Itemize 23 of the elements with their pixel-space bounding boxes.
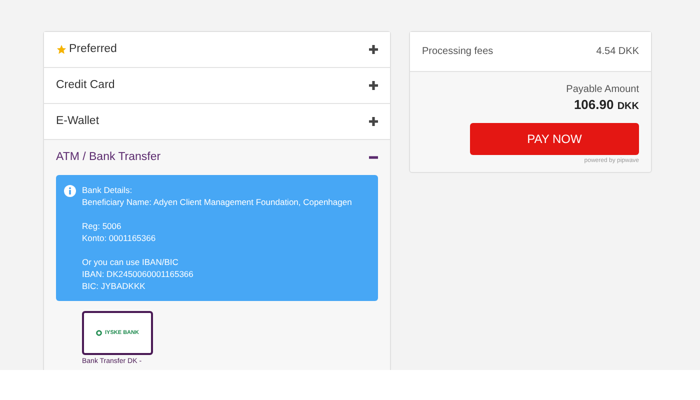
pay-now-button[interactable]: PAY NOW [470, 123, 639, 155]
plus-icon [369, 81, 378, 90]
bank-detail-line: Reg: 5006 [82, 220, 122, 232]
payable-amount: 106.90 DKK [574, 97, 639, 114]
accordion-header[interactable]: ATM / Bank Transfer [44, 140, 390, 175]
bank-detail-line: Konto: 0001165366 [82, 232, 157, 244]
bank-detail-line: IBAN: DK2450060001165366 [82, 268, 194, 280]
star-icon [56, 44, 67, 55]
bank-detail-line: Beneficiary Name: Adyen Client Management Foundation, Copenhagen [82, 196, 352, 208]
plus-icon [369, 117, 378, 126]
ring-icon [96, 330, 102, 336]
plus-icon [369, 45, 378, 54]
bank-detail-line: Bank Details: [82, 184, 134, 196]
accordion-header[interactable]: Preferred [44, 32, 390, 67]
fees-label: Processing fees [422, 45, 494, 59]
accordion-header[interactable]: E-Wallet [44, 104, 390, 139]
accordion-header[interactable]: Credit Card [44, 68, 390, 103]
info-icon [64, 185, 76, 197]
bank-detail-line: BIC: JYBADKKK [82, 280, 146, 292]
bank-detail-line: Or you can use IBAN/BIC [82, 256, 180, 268]
fees-value: 4.54 DKK [596, 45, 639, 59]
payable-label: Payable Amount [566, 83, 639, 97]
minus-icon [369, 153, 378, 162]
